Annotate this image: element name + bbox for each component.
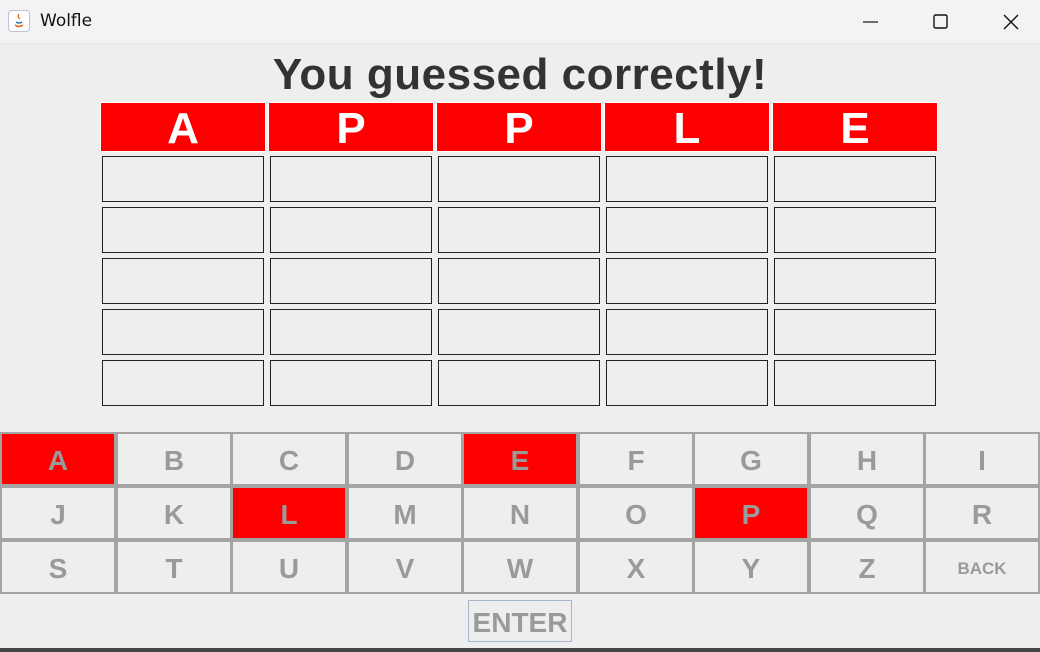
guess-tile <box>102 207 264 253</box>
guess-tile <box>606 309 768 355</box>
window-bottom-edge <box>0 648 1040 652</box>
key-l[interactable]: L <box>231 486 347 540</box>
java-icon <box>8 10 30 32</box>
answer-tile: P <box>268 102 434 153</box>
key-y[interactable]: Y <box>693 540 809 594</box>
guess-tile <box>270 360 432 406</box>
guess-tile <box>606 258 768 304</box>
window-title: Wolfle <box>40 11 93 31</box>
guess-tile <box>270 258 432 304</box>
guess-tile <box>774 258 936 304</box>
answer-tile: P <box>436 102 602 153</box>
key-n[interactable]: N <box>462 486 578 540</box>
key-b[interactable]: B <box>116 432 232 486</box>
key-j[interactable]: J <box>0 486 116 540</box>
guess-tile <box>270 156 432 202</box>
backspace-key[interactable]: BACK <box>924 540 1040 594</box>
key-a[interactable]: A <box>0 432 116 486</box>
key-h[interactable]: H <box>809 432 925 486</box>
key-s[interactable]: S <box>0 540 116 594</box>
answer-tile: A <box>100 102 266 153</box>
key-x[interactable]: X <box>578 540 694 594</box>
key-m[interactable]: M <box>347 486 463 540</box>
key-o[interactable]: O <box>578 486 694 540</box>
key-q[interactable]: Q <box>809 486 925 540</box>
guess-tile <box>102 309 264 355</box>
guess-tile <box>438 207 600 253</box>
answer-tile: E <box>772 102 938 153</box>
guess-tile <box>774 207 936 253</box>
minimize-button[interactable] <box>836 0 906 44</box>
answer-tile: L <box>604 102 770 153</box>
answer-row: A P P L E <box>100 102 940 153</box>
key-v[interactable]: V <box>347 540 463 594</box>
minimize-icon <box>863 21 878 23</box>
guess-tile <box>774 309 936 355</box>
close-button[interactable] <box>976 0 1040 44</box>
key-p[interactable]: P <box>693 486 809 540</box>
key-u[interactable]: U <box>231 540 347 594</box>
guess-tile <box>270 207 432 253</box>
guess-tile <box>774 156 936 202</box>
guess-tile <box>438 258 600 304</box>
guess-tile <box>606 156 768 202</box>
key-c[interactable]: C <box>231 432 347 486</box>
guess-tile <box>438 309 600 355</box>
guess-tile <box>102 156 264 202</box>
guess-tile <box>606 207 768 253</box>
guess-tile <box>606 360 768 406</box>
key-r[interactable]: R <box>924 486 1040 540</box>
key-z[interactable]: Z <box>809 540 925 594</box>
key-f[interactable]: F <box>578 432 694 486</box>
on-screen-keyboard: A B C D E F G H I J K L M N O P Q R S T U V W X Y Z BACK <box>0 432 1040 594</box>
maximize-button[interactable] <box>906 0 976 44</box>
guess-tile <box>438 360 600 406</box>
key-k[interactable]: K <box>116 486 232 540</box>
guess-tile <box>270 309 432 355</box>
key-e[interactable]: E <box>462 432 578 486</box>
title-bar: Wolfle <box>0 0 1040 44</box>
key-t[interactable]: T <box>116 540 232 594</box>
key-g[interactable]: G <box>693 432 809 486</box>
close-icon <box>1003 14 1019 30</box>
key-d[interactable]: D <box>347 432 463 486</box>
key-w[interactable]: W <box>462 540 578 594</box>
guess-tile <box>102 360 264 406</box>
maximize-icon <box>933 14 948 29</box>
guess-tile <box>438 156 600 202</box>
key-i[interactable]: I <box>924 432 1040 486</box>
enter-button[interactable]: ENTER <box>468 600 572 642</box>
guess-tile <box>774 360 936 406</box>
app-window: Wolfle You guessed correctly! A P P L E … <box>0 0 1040 652</box>
guess-tile <box>102 258 264 304</box>
result-message: You guessed correctly! <box>272 50 768 99</box>
